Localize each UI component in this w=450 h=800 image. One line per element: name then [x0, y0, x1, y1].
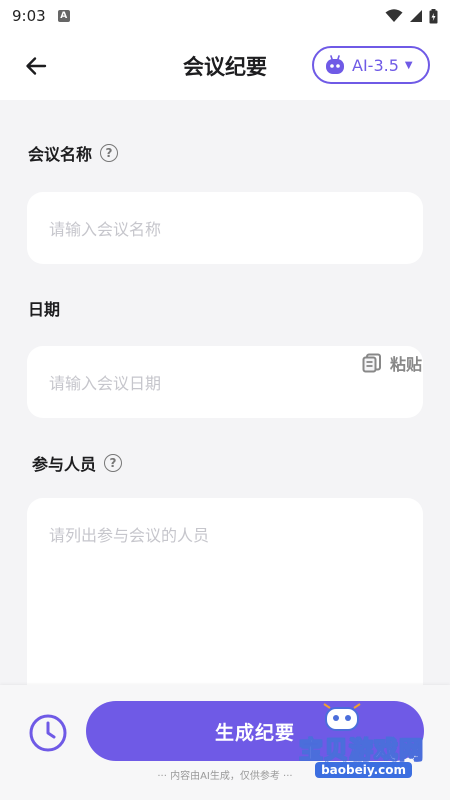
robot-icon: [326, 55, 344, 74]
participants-placeholder: 请列出参与会议的人员: [49, 526, 210, 545]
participants-textarea[interactable]: 请列出参与会议的人员: [27, 498, 423, 690]
participants-label: 参与人员 ?: [32, 451, 123, 475]
signal-icon: [410, 10, 422, 22]
history-clock-icon: [29, 714, 67, 752]
paste-icon: [362, 353, 381, 373]
help-icon[interactable]: ?: [100, 144, 119, 162]
paste-button[interactable]: 粘贴: [362, 351, 422, 375]
model-selector-button[interactable]: AI-3.5 ▼: [312, 46, 430, 84]
help-icon[interactable]: ?: [104, 454, 123, 472]
status-bar: 9:03 A: [0, 0, 450, 32]
site-watermark: 宝贝游戏网 baobeiy.com: [264, 700, 424, 790]
history-button[interactable]: [28, 713, 68, 753]
gamepad-mascot-icon: [323, 703, 361, 731]
meeting-name-label-text: 会议名称: [28, 145, 93, 164]
model-label: AI-3.5: [352, 55, 399, 75]
meeting-name-placeholder: 请输入会议名称: [49, 220, 162, 239]
date-label: 日期: [28, 296, 60, 320]
date-label-text: 日期: [28, 300, 61, 319]
form-area: 会议名称 ? 请输入会议名称 日期 请输入会议日期 参与人员 ? 粘贴 请列出参…: [0, 100, 450, 690]
watermark-text: 宝贝游戏网: [299, 736, 424, 765]
wifi-icon: [385, 9, 403, 22]
app-header: 会议纪要 AI-3.5 ▼: [0, 32, 450, 100]
status-time: 9:03: [12, 7, 46, 25]
date-placeholder: 请输入会议日期: [49, 374, 162, 393]
meeting-name-input[interactable]: 请输入会议名称: [27, 192, 423, 264]
watermark-url: baobeiy.com: [315, 762, 412, 778]
participants-label-text: 参与人员: [32, 455, 97, 474]
caret-down-icon: ▼: [404, 59, 413, 71]
status-icons: [385, 8, 438, 24]
meeting-name-label: 会议名称 ?: [28, 141, 119, 165]
notification-app-icon: A: [57, 10, 70, 22]
paste-label: 粘贴: [389, 355, 422, 374]
battery-icon: [429, 8, 438, 23]
